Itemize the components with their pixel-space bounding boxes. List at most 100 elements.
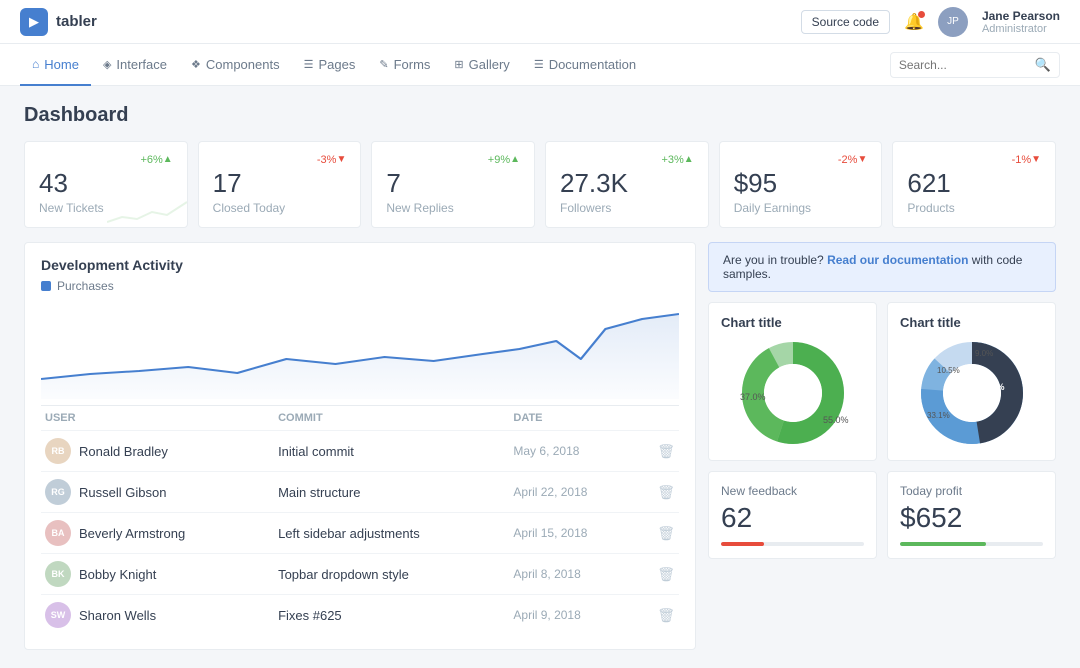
tickets-badge: +6% <box>140 154 162 166</box>
earnings-badge: -2% <box>838 154 858 166</box>
commit-table: USER COMMIT DATE RB Ronald Bradley Initi… <box>41 405 679 635</box>
commit-message: Fixes #625 <box>274 595 509 636</box>
delete-icon[interactable]: 🗑 <box>657 484 675 500</box>
search-icon: 🔍 <box>1035 57 1051 73</box>
products-value: 621 <box>907 168 1041 199</box>
tickets-value: 43 <box>39 168 173 199</box>
commit-message: Main structure <box>274 472 509 513</box>
nav-link-components[interactable]: ❖ Components <box>179 44 292 86</box>
alert-bar: Are you in trouble? Read our documentati… <box>708 242 1056 292</box>
right-panel: Are you in trouble? Read our documentati… <box>708 242 1056 650</box>
home-icon: ⌂ <box>32 57 39 71</box>
products-label: Products <box>907 201 1041 215</box>
commit-user-name: Beverly Armstrong <box>79 526 185 541</box>
feedback-progress-bg <box>721 542 864 546</box>
donut-chart-2: 47.4% 33.1% 10.5% 9.0% <box>907 338 1037 448</box>
feedback-card: New feedback 62 <box>708 471 877 559</box>
top-header: ▶ tabler Source code 🔔 JP Jane Pearson A… <box>0 0 1080 44</box>
svg-text:37.0%: 37.0% <box>740 392 766 402</box>
delete-icon[interactable]: 🗑 <box>657 566 675 582</box>
nav-link-docs[interactable]: ☰ Documentation <box>522 44 648 86</box>
products-badge: -1% <box>1012 154 1032 166</box>
user-name: Jane Pearson <box>982 9 1060 23</box>
user-avatar: BK <box>45 561 71 587</box>
pages-icon: ☰ <box>304 58 314 71</box>
nav-link-forms[interactable]: ✎ Forms <box>367 44 442 86</box>
nav-gallery-label: Gallery <box>469 57 510 72</box>
user-avatar: RB <box>45 438 71 464</box>
alert-link[interactable]: Read our documentation <box>827 253 968 267</box>
main-content-row: Development Activity Purchases <box>24 242 1056 650</box>
chart-card-2: Chart title 47.4% 33.1% 10.5% 9.0% <box>887 302 1056 461</box>
commit-date: April 8, 2018 <box>509 554 638 595</box>
delete-icon[interactable]: 🗑 <box>657 443 675 459</box>
nav-pages-label: Pages <box>318 57 355 72</box>
main-nav: ⌂ Home ◈ Interface ❖ Components ☰ Pages … <box>0 44 1080 86</box>
legend-label: Purchases <box>57 279 114 293</box>
commit-message: Topbar dropdown style <box>274 554 509 595</box>
profit-progress-bg <box>900 542 1043 546</box>
replies-badge: +9% <box>488 154 510 166</box>
nav-link-gallery[interactable]: ⊞ Gallery <box>442 44 521 86</box>
nav-link-home[interactable]: ⌂ Home <box>20 44 91 86</box>
profit-label: Today profit <box>900 484 1043 498</box>
feedback-label: New feedback <box>721 484 864 498</box>
donut-chart-1: 37.0% 55.0% <box>728 338 858 448</box>
commit-date: April 22, 2018 <box>509 472 638 513</box>
delete-icon[interactable]: 🗑 <box>657 607 675 623</box>
header-right: Source code 🔔 JP Jane Pearson Administra… <box>801 7 1060 37</box>
chart-cards-row: Chart title 37.0% 55.0% C <box>708 302 1056 461</box>
forms-icon: ✎ <box>379 58 388 71</box>
followers-badge-arrow: ▲ <box>684 154 694 166</box>
chart-legend: Purchases <box>41 279 679 293</box>
user-info: Jane Pearson Administrator <box>982 9 1060 35</box>
main-nav-links: ⌂ Home ◈ Interface ❖ Components ☰ Pages … <box>20 44 648 85</box>
feedback-progress-fill <box>721 542 764 546</box>
nav-interface-label: Interface <box>116 57 167 72</box>
stat-card-closed: -3% ▼ 17 Closed Today <box>198 141 362 228</box>
user-avatar: BA <box>45 520 71 546</box>
source-code-button[interactable]: Source code <box>801 10 890 34</box>
col-date: DATE <box>509 406 638 431</box>
user-avatar: RG <box>45 479 71 505</box>
closed-label: Closed Today <box>213 201 347 215</box>
followers-value: 27.3K <box>560 168 694 199</box>
stat-card-earnings: -2% ▼ $95 Daily Earnings <box>719 141 883 228</box>
nav-link-interface[interactable]: ◈ Interface <box>91 44 179 86</box>
commit-date: April 9, 2018 <box>509 595 638 636</box>
alert-text: Are you in trouble? <box>723 253 824 267</box>
stat-cards-row: +6% ▲ 43 New Tickets -3% ▼ 17 Closed Tod… <box>24 141 1056 228</box>
earnings-badge-arrow: ▼ <box>857 154 867 166</box>
avatar[interactable]: JP <box>938 7 968 37</box>
nav-docs-label: Documentation <box>549 57 636 72</box>
col-commit: COMMIT <box>274 406 509 431</box>
search-input[interactable] <box>899 58 1029 72</box>
docs-icon: ☰ <box>534 58 544 71</box>
table-row: RG Russell Gibson Main structure April 2… <box>41 472 679 513</box>
table-row: BK Bobby Knight Topbar dropdown style Ap… <box>41 554 679 595</box>
chart-card-1: Chart title 37.0% 55.0% <box>708 302 877 461</box>
nav-forms-label: Forms <box>394 57 431 72</box>
replies-value: 7 <box>386 168 520 199</box>
svg-text:33.1%: 33.1% <box>927 411 950 420</box>
closed-value: 17 <box>213 168 347 199</box>
logo-icon: ▶ <box>20 8 48 36</box>
search-box[interactable]: 🔍 <box>890 52 1060 78</box>
svg-text:10.5%: 10.5% <box>937 366 960 375</box>
notification-dot <box>918 11 925 18</box>
replies-label: New Replies <box>386 201 520 215</box>
page-title: Dashboard <box>24 104 1056 127</box>
notification-bell[interactable]: 🔔 <box>904 12 924 32</box>
nav-link-pages[interactable]: ☰ Pages <box>292 44 368 86</box>
feedback-value: 62 <box>721 502 864 534</box>
table-row: RB Ronald Bradley Initial commit May 6, … <box>41 431 679 472</box>
commit-user-name: Sharon Wells <box>79 608 156 623</box>
line-chart <box>41 299 679 399</box>
brand-name: tabler <box>56 13 97 30</box>
nav-components-label: Components <box>206 57 280 72</box>
stat-card-followers: +3% ▲ 27.3K Followers <box>545 141 709 228</box>
delete-icon[interactable]: 🗑 <box>657 525 675 541</box>
products-badge-arrow: ▼ <box>1031 154 1041 166</box>
profit-progress-fill <box>900 542 986 546</box>
stat-card-tickets: +6% ▲ 43 New Tickets <box>24 141 188 228</box>
